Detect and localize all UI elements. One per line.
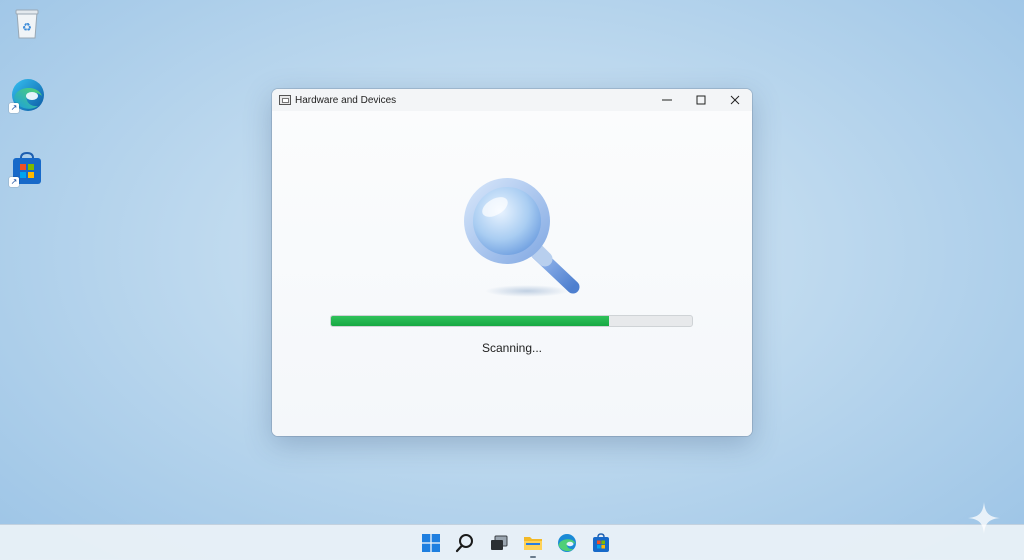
- edge-icon: [558, 534, 576, 552]
- recycle-bin-icon[interactable]: ♻: [8, 4, 46, 42]
- start-icon: [422, 534, 440, 552]
- edge-taskbar-button[interactable]: [554, 530, 580, 556]
- hardware-devices-window: Hardware and Devices Scanning...: [272, 89, 752, 436]
- window-content: Scanning...: [272, 111, 752, 436]
- maximize-button[interactable]: [684, 89, 718, 111]
- title-bar[interactable]: Hardware and Devices: [272, 89, 752, 111]
- window-title: Hardware and Devices: [295, 94, 397, 106]
- svg-text:♻: ♻: [22, 21, 32, 34]
- sparkle-icon: [968, 502, 1000, 534]
- start-button[interactable]: [418, 530, 444, 556]
- search-icon: [455, 534, 473, 553]
- progress-fill: [331, 316, 609, 326]
- maximize-icon: [696, 95, 706, 105]
- minimize-button[interactable]: [650, 89, 684, 111]
- edge-shortcut-icon[interactable]: ↗: [8, 76, 46, 114]
- close-icon: [730, 95, 740, 105]
- running-indicator: [530, 556, 536, 558]
- file-explorer-button[interactable]: [520, 530, 546, 558]
- close-button[interactable]: [718, 89, 752, 111]
- store-taskbar-button[interactable]: [588, 530, 614, 556]
- progress-bar: [330, 315, 693, 327]
- store-icon: [593, 533, 609, 552]
- task-view-button[interactable]: [486, 530, 512, 556]
- shortcut-arrow-icon: ↗: [9, 177, 19, 187]
- window-app-icon: [279, 95, 291, 105]
- taskbar: [0, 524, 1024, 560]
- shortcut-arrow-icon: ↗: [9, 103, 19, 113]
- status-text: Scanning...: [481, 341, 543, 355]
- window-controls: [650, 89, 752, 111]
- task-view-icon: [491, 535, 508, 550]
- file-explorer-icon: [524, 537, 542, 550]
- search-button[interactable]: [452, 530, 478, 556]
- taskbar-icons: [418, 530, 614, 558]
- minimize-icon: [662, 99, 672, 101]
- store-shortcut-icon[interactable]: ↗: [8, 150, 46, 188]
- magnifier-icon: [464, 178, 580, 297]
